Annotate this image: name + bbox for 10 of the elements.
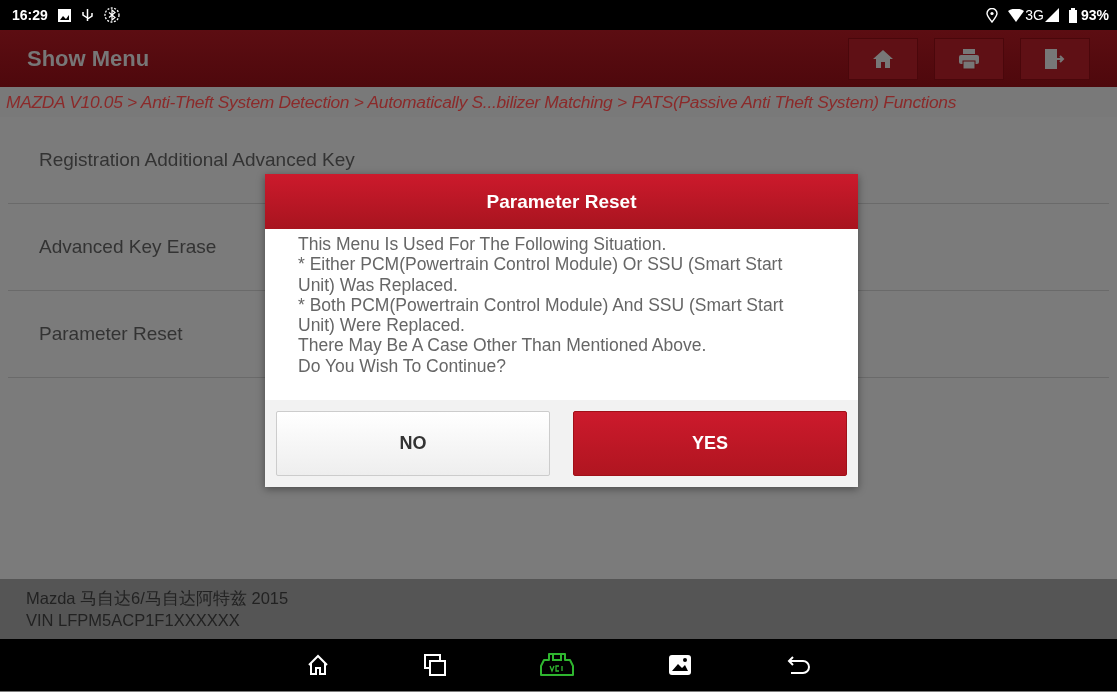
battery-level: 93% bbox=[1080, 7, 1109, 23]
dialog-message: * Either PCM(Powertrain Control Module) Or SSU (Smart Start Unit) Was Replaced. bbox=[298, 254, 783, 295]
clock: 16:29 bbox=[12, 7, 48, 23]
dialog-message: There May Be A Case Other Than Mentioned Above. bbox=[298, 335, 707, 356]
network-type: 3G bbox=[1025, 7, 1044, 23]
dialog-message: Do You Wish To Continue? bbox=[298, 355, 506, 376]
dialog-message: * Both PCM(Powertrain Control Module) And SSU (Smart Start Unit) Were Replaced. bbox=[298, 294, 784, 336]
screen-title: Show Menu bbox=[27, 45, 151, 72]
dialog-message: This Menu Is Used For The Following Situation. bbox=[298, 234, 667, 254]
breadcrumb: MAZDA V10.05 > Anti-Theft System Detection > Automatically S...bilizer Matching > PATS(Passive Anti Theft System) Functions bbox=[6, 91, 957, 113]
